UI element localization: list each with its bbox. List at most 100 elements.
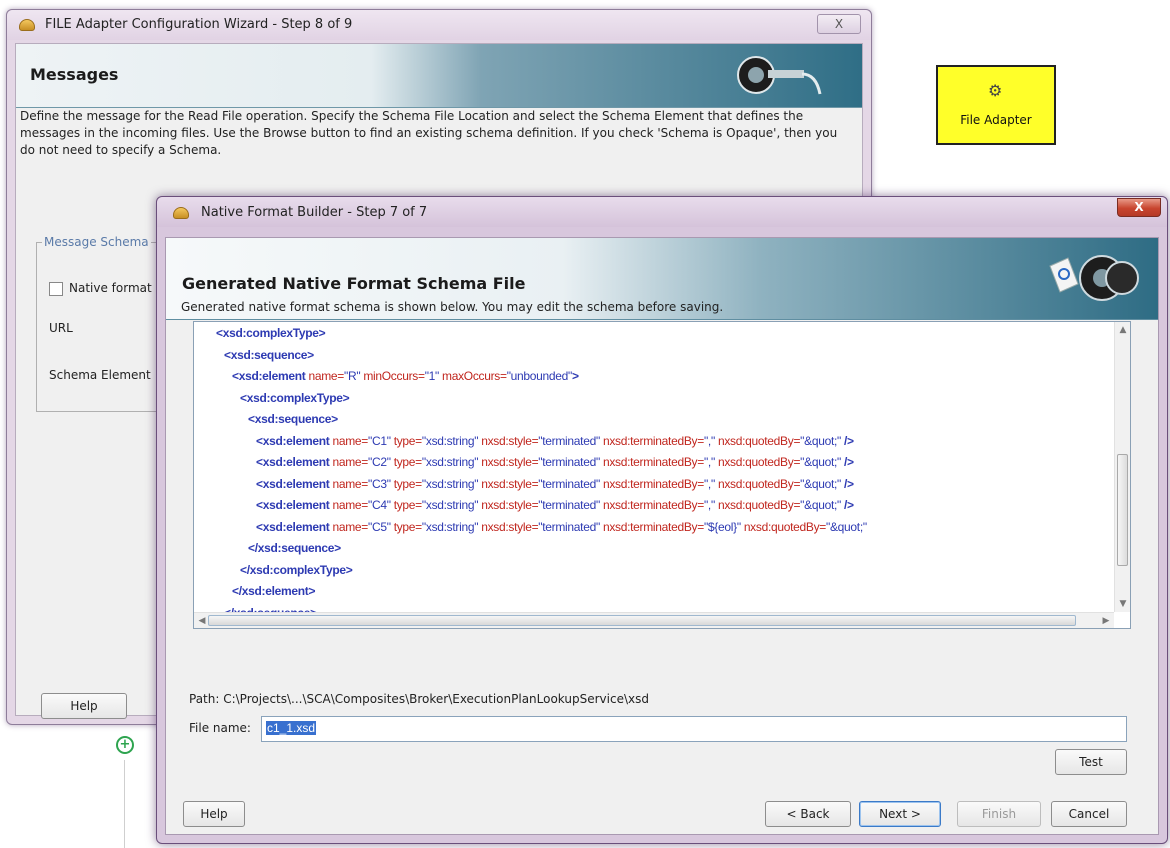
schema-file-icon xyxy=(1049,255,1139,301)
code-token: "," xyxy=(703,455,718,469)
scroll-right-icon[interactable]: ▶ xyxy=(1098,613,1114,628)
code-token: nxsd:quotedBy= xyxy=(717,433,801,448)
code-token: name= xyxy=(332,519,368,534)
code-line[interactable]: <xsd:sequence> xyxy=(248,412,338,426)
file-name-label: File name: xyxy=(189,721,251,735)
code-token: nxsd:quotedBy= xyxy=(743,519,827,534)
code-token: "xsd:string" xyxy=(421,433,482,448)
code-line[interactable]: </xsd:sequence> xyxy=(248,541,341,555)
code-token: <xsd:element xyxy=(256,433,333,448)
code-line[interactable]: <xsd:element name="C4" type="xsd:string"… xyxy=(256,498,854,512)
file-adapter-component[interactable]: ⚙ File Adapter xyxy=(936,65,1056,145)
code-token: "xsd:string" xyxy=(421,455,482,469)
code-token: "C1" xyxy=(368,433,394,448)
code-token: name= xyxy=(332,476,368,491)
vertical-scroll-thumb[interactable] xyxy=(1117,454,1128,566)
code-line[interactable]: <xsd:element name="C3" type="xsd:string"… xyxy=(256,477,854,491)
add-icon[interactable]: + xyxy=(116,736,134,754)
code-token: nxsd:terminatedBy= xyxy=(602,476,704,491)
code-token: "terminated" xyxy=(538,498,603,512)
code-token: nxsd:style= xyxy=(481,455,539,469)
code-token: <xsd:element xyxy=(256,498,333,512)
connector-line xyxy=(124,760,125,848)
code-token: nxsd:quotedBy= xyxy=(717,476,801,491)
intro-text: Generated native format schema is shown … xyxy=(181,300,724,314)
code-token: nxsd:style= xyxy=(481,519,539,534)
file-name-input[interactable]: c1_1.xsd xyxy=(261,716,1127,742)
horizontal-scrollbar[interactable]: ◀ ▶ xyxy=(194,612,1114,628)
page-title: Messages xyxy=(30,65,119,84)
close-button[interactable]: X xyxy=(817,14,861,34)
gear-icon: ⚙ xyxy=(988,81,1003,100)
code-token: nxsd:style= xyxy=(481,498,539,512)
code-line[interactable]: <xsd:sequence> xyxy=(224,348,314,362)
back-button[interactable]: < Back xyxy=(765,801,851,827)
coffee-cup-icon xyxy=(173,207,189,219)
help-button[interactable]: Help xyxy=(41,693,127,719)
code-token: nxsd:style= xyxy=(481,476,539,491)
code-token: "&quot;" xyxy=(800,498,845,512)
code-token: "C5" xyxy=(368,519,394,534)
code-token: name= xyxy=(332,498,368,512)
code-token: "terminated" xyxy=(538,455,603,469)
code-token: </xsd:complexType> xyxy=(240,562,353,577)
code-token: "R" xyxy=(344,369,364,383)
code-line[interactable]: <xsd:element name="C5" type="xsd:string"… xyxy=(256,520,867,534)
schema-editor[interactable]: <xsd:complexType> <xsd:sequence> <xsd:elem… xyxy=(193,321,1131,629)
code-token: <xsd:element xyxy=(232,369,309,383)
code-token: "xsd:string" xyxy=(421,498,482,512)
native-format-builder-window: Native Format Builder - Step 7 of 7 X Ge… xyxy=(156,196,1168,844)
code-token: "&quot;" xyxy=(800,455,845,469)
code-token: "&quot;" xyxy=(800,476,845,491)
native-format-label: Native format xyxy=(69,281,152,295)
code-token: name= xyxy=(308,369,344,383)
code-token: <xsd:element xyxy=(256,476,333,491)
code-token: "terminated" xyxy=(538,476,603,491)
code-token: nxsd:terminatedBy= xyxy=(602,455,704,469)
code-token: "C3" xyxy=(368,476,394,491)
code-token: </xsd:sequence> xyxy=(248,541,341,555)
code-line[interactable]: </xsd:element> xyxy=(232,584,315,598)
code-token: type= xyxy=(393,455,423,469)
code-token: "," xyxy=(703,476,718,491)
code-token: type= xyxy=(393,519,423,534)
scroll-down-icon[interactable]: ▼ xyxy=(1115,596,1130,612)
code-token: type= xyxy=(393,433,423,448)
coffee-cup-icon xyxy=(19,19,35,31)
code-token: "," xyxy=(703,498,718,512)
scroll-up-icon[interactable]: ▲ xyxy=(1115,322,1130,338)
code-token: nxsd:style= xyxy=(481,433,539,448)
code-token: "&quot;" xyxy=(800,433,845,448)
code-token: "," xyxy=(703,433,718,448)
help-button[interactable]: Help xyxy=(183,801,245,827)
code-token: nxsd:terminatedBy= xyxy=(602,498,704,512)
test-button[interactable]: Test xyxy=(1055,749,1127,775)
code-token: "terminated" xyxy=(538,433,603,448)
title-bar[interactable]: FILE Adapter Configuration Wizard - Step… xyxy=(7,10,871,40)
code-token: <xsd:sequence> xyxy=(248,412,338,426)
code-token: <xsd:element xyxy=(256,455,333,469)
horizontal-scroll-thumb[interactable] xyxy=(208,615,1076,626)
group-label: Message Schema xyxy=(42,235,151,249)
code-line[interactable]: </xsd:complexType> xyxy=(240,562,353,577)
code-line[interactable]: <xsd:complexType> xyxy=(240,391,350,405)
finish-button: Finish xyxy=(957,801,1041,827)
code-token: name= xyxy=(332,455,368,469)
code-line[interactable]: <xsd:element name="R" minOccurs="1" maxO… xyxy=(232,369,579,383)
code-line[interactable]: <xsd:element name="C2" type="xsd:string"… xyxy=(256,455,854,469)
cancel-button[interactable]: Cancel xyxy=(1051,801,1127,827)
code-line[interactable]: <xsd:element name="C1" type="xsd:string"… xyxy=(256,434,854,448)
close-button[interactable]: X xyxy=(1117,198,1161,217)
code-token: "1" xyxy=(424,369,443,383)
next-button[interactable]: Next > xyxy=(859,801,941,827)
file-name-value: c1_1.xsd xyxy=(266,721,317,735)
native-format-checkbox[interactable] xyxy=(49,282,63,296)
code-line[interactable]: <xsd:complexType> xyxy=(216,326,326,340)
instructions-text: Define the message for the Read File ope… xyxy=(20,109,838,157)
schema-element-label: Schema Element xyxy=(49,368,151,382)
title-bar[interactable]: Native Format Builder - Step 7 of 7 X xyxy=(157,197,1167,227)
code-token: "C4" xyxy=(368,498,394,512)
code-token: "xsd:string" xyxy=(421,519,482,534)
page-title: Generated Native Format Schema File xyxy=(182,274,526,293)
vertical-scrollbar[interactable]: ▲ ▼ xyxy=(1114,322,1130,612)
